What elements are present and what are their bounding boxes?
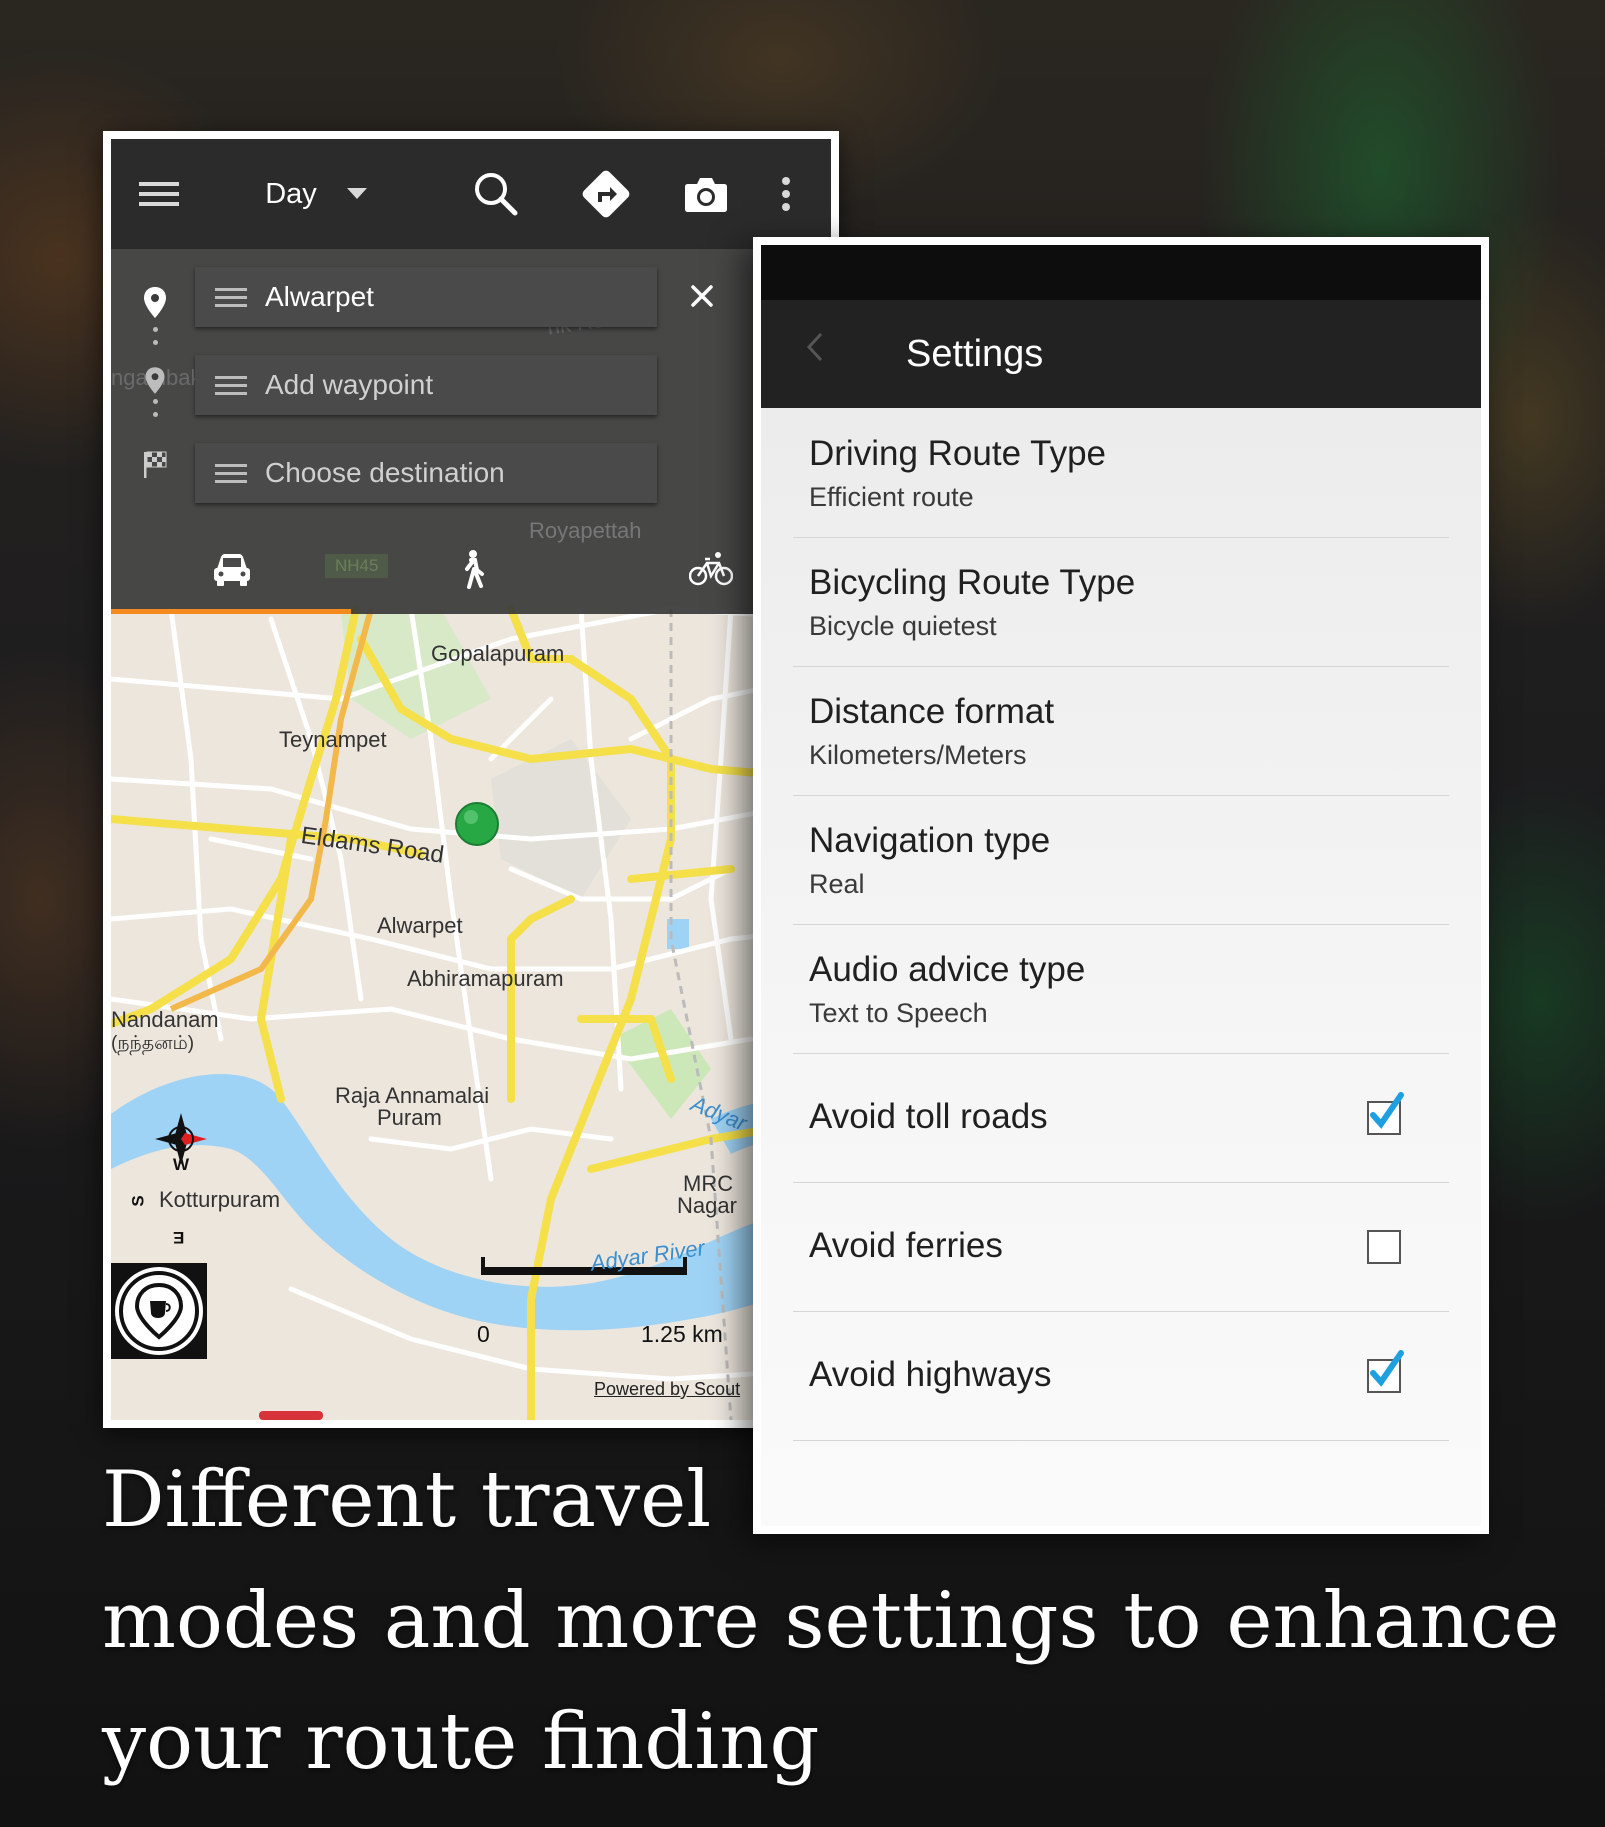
drag-handle-icon[interactable] xyxy=(215,371,247,400)
waypoint-pin-icon xyxy=(145,367,165,394)
map-label-raja-annamalai-2: Puram xyxy=(377,1105,442,1130)
map-label-alwarpet: Alwarpet xyxy=(377,913,463,938)
back-button[interactable] xyxy=(805,330,825,373)
destination-placeholder: Choose destination xyxy=(265,457,505,488)
compass-letter-s: S xyxy=(128,1195,148,1207)
checkmark-icon xyxy=(1370,1350,1404,1387)
waypoint-placeholder: Add waypoint xyxy=(265,369,434,400)
setting-subtitle: Real xyxy=(809,869,865,899)
origin-field[interactable]: Alwarpet xyxy=(195,267,657,327)
menu-button[interactable] xyxy=(131,139,187,249)
back-arrow-icon xyxy=(806,332,823,362)
scale-start-label: 0 xyxy=(477,1321,490,1347)
origin-pin-icon xyxy=(144,287,166,318)
compass-letter-w: W xyxy=(173,1155,190,1174)
map-label-gopalapuram: Gopalapuram xyxy=(431,641,565,666)
avoid-toll-roads-checkbox[interactable] xyxy=(1367,1092,1404,1135)
caption-line-3: your route finding xyxy=(102,1697,820,1787)
selected-mode-indicator xyxy=(111,609,351,614)
setting-title: Bicycling Route Type xyxy=(809,563,1136,602)
status-bar xyxy=(761,245,1481,300)
camera-button[interactable] xyxy=(671,139,741,249)
walking-icon xyxy=(465,550,484,589)
setting-title: Driving Route Type xyxy=(809,434,1107,473)
settings-list: Driving Route Type Efficient route Bicyc… xyxy=(761,408,1481,1526)
car-icon xyxy=(214,554,250,586)
settings-screen-card: Settings Driving Route Type Efficient ro… xyxy=(753,237,1489,1534)
directions-button[interactable] xyxy=(571,139,641,249)
map-screen-card: Gopalapuram Teynampet Eldams Road Alwarp… xyxy=(103,131,839,1428)
setting-audio-advice-type[interactable]: Audio advice type Text to Speech xyxy=(793,924,1449,1054)
map-label-mrc-2: Nagar xyxy=(677,1193,737,1218)
setting-driving-route-type[interactable]: Driving Route Type Efficient route xyxy=(793,408,1449,538)
cafe-pin-icon xyxy=(115,1267,203,1355)
setting-title: Avoid ferries xyxy=(809,1226,1003,1265)
setting-title: Avoid highways xyxy=(809,1355,1052,1394)
map-label-nandanam-tamil: (நந்தனம்) xyxy=(111,1033,195,1054)
setting-title: Audio advice type xyxy=(809,950,1086,989)
settings-app-bar: Settings xyxy=(761,300,1481,408)
hamburger-menu-icon xyxy=(139,182,179,206)
tab-car[interactable] xyxy=(171,539,291,609)
more-vert-icon xyxy=(782,177,790,211)
current-location-dot xyxy=(455,802,499,846)
setting-bicycling-route-type[interactable]: Bicycling Route Type Bicycle quietest xyxy=(793,537,1449,667)
directions-icon xyxy=(582,170,630,218)
compass-letter-e: E xyxy=(173,1228,185,1247)
setting-title: Distance format xyxy=(809,692,1055,731)
avoid-highways-checkbox[interactable] xyxy=(1367,1350,1404,1393)
avoid-ferries-checkbox[interactable] xyxy=(1367,1230,1401,1264)
setting-distance-format[interactable]: Distance format Kilometers/Meters xyxy=(793,666,1449,796)
map-label-kotturpuram: Kotturpuram xyxy=(159,1187,281,1212)
camera-icon xyxy=(685,178,727,212)
checkmark-icon xyxy=(1370,1092,1404,1129)
waypoint-field[interactable]: Add waypoint xyxy=(195,355,657,415)
caption-line-2: modes and more settings to enhance xyxy=(102,1576,1560,1666)
more-options-button[interactable] xyxy=(766,139,806,249)
close-icon xyxy=(691,285,713,307)
day-mode-dropdown[interactable]: Day xyxy=(256,139,376,249)
search-icon xyxy=(475,173,518,216)
caption-line-1: Different travel xyxy=(102,1455,712,1545)
drag-handle-icon[interactable] xyxy=(215,459,247,488)
setting-title: Navigation type xyxy=(809,821,1051,860)
map-label-abhiramapuram: Abhiramapuram xyxy=(407,966,564,991)
travel-mode-tabs xyxy=(111,539,831,614)
destination-flag-icon xyxy=(144,451,167,478)
setting-navigation-type[interactable]: Navigation type Real xyxy=(793,795,1449,925)
map-label-teynampet: Teynampet xyxy=(279,727,387,752)
map-attribution[interactable]: Powered by Scout xyxy=(594,1379,740,1400)
dropdown-arrow-icon xyxy=(346,188,367,199)
destination-field[interactable]: Choose destination xyxy=(195,443,657,503)
promo-caption: Different travel modes and more settings… xyxy=(102,1440,1582,1803)
setting-title: Avoid toll roads xyxy=(809,1097,1048,1136)
setting-avoid-highways[interactable]: Avoid highways xyxy=(793,1311,1449,1441)
route-planner-panel: nk Road ngambakkam Royapettah NH45 xyxy=(111,249,831,614)
map-screen: Gopalapuram Teynampet Eldams Road Alwarp… xyxy=(111,139,831,1420)
origin-value: Alwarpet xyxy=(265,281,374,312)
setting-subtitle: Text to Speech xyxy=(809,998,988,1028)
setting-subtitle: Bicycle quietest xyxy=(809,611,997,641)
scale-end-label: 1.25 km xyxy=(641,1321,723,1347)
setting-avoid-ferries[interactable]: Avoid ferries xyxy=(793,1182,1449,1312)
search-button[interactable] xyxy=(461,139,531,249)
route-connector-dots-2 xyxy=(153,399,158,425)
route-connector-dots xyxy=(153,327,158,353)
map-toolbar: Day xyxy=(111,139,831,249)
setting-subtitle: Efficient route xyxy=(809,482,974,512)
drag-handle-icon[interactable] xyxy=(215,283,247,312)
day-mode-label: Day xyxy=(265,177,317,210)
setting-subtitle: Kilometers/Meters xyxy=(809,740,1027,770)
bicycle-icon xyxy=(689,552,733,586)
setting-avoid-toll-roads[interactable]: Avoid toll roads xyxy=(793,1053,1449,1183)
tab-walking[interactable] xyxy=(411,539,531,609)
settings-title: Settings xyxy=(906,333,1044,375)
poi-cafe-button[interactable] xyxy=(111,1263,207,1359)
map-label-nandanam: Nandanam xyxy=(111,1007,219,1032)
clear-origin-button[interactable] xyxy=(685,279,719,313)
